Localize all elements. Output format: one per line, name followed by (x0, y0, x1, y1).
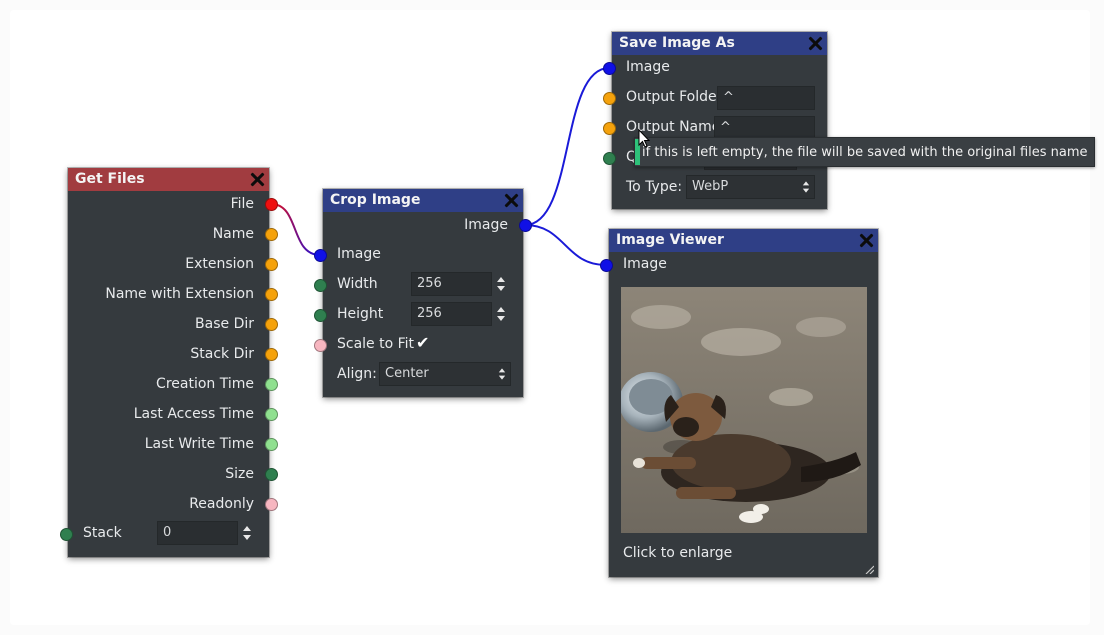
get-files-output-port[interactable] (265, 198, 278, 211)
width-field[interactable]: 256 (411, 272, 492, 296)
image-viewer-title: Image Viewer (616, 232, 724, 248)
stack-stepper-icon[interactable] (241, 522, 253, 544)
get-files-output-label: Base Dir (195, 316, 254, 332)
to-type-dropdown-icon[interactable] (801, 178, 811, 196)
output-folder-port[interactable] (603, 92, 616, 105)
get-files-output-label: Last Access Time (133, 406, 254, 422)
get-files-output-label: Extension (185, 256, 254, 272)
scale-to-fit-label: Scale to Fit (337, 336, 415, 352)
close-icon[interactable] (807, 35, 823, 51)
height-port[interactable] (314, 309, 327, 322)
image-viewer-input-label: Image (623, 256, 667, 272)
stack-input-port[interactable] (60, 528, 73, 541)
scale-to-fit-checkbox[interactable]: ✔ (416, 335, 429, 351)
close-icon[interactable] (858, 232, 874, 248)
output-folder-field[interactable]: ^ (717, 86, 815, 110)
get-files-output-label: Stack Dir (190, 346, 254, 362)
align-label: Align: (337, 366, 377, 382)
width-label: Width (337, 276, 378, 292)
mouse-cursor-icon (638, 129, 650, 148)
width-stepper-icon[interactable] (495, 273, 507, 295)
get-files-header[interactable]: Get Files (68, 168, 269, 191)
quality-port[interactable] (603, 152, 616, 165)
save-image-input-label: Image (626, 59, 670, 75)
to-type-select[interactable]: WebP (686, 175, 815, 199)
to-type-label: To Type: (626, 179, 683, 195)
image-preview[interactable] (621, 287, 867, 533)
height-label: Height (337, 306, 384, 322)
get-files-output-label: Readonly (189, 496, 254, 512)
get-files-output-label: Name (212, 226, 254, 242)
get-files-output-port[interactable] (265, 318, 278, 331)
crop-input-label: Image (337, 246, 381, 262)
get-files-output-label: Size (225, 466, 254, 482)
crop-output-port[interactable] (519, 219, 532, 232)
get-files-output-port[interactable] (265, 468, 278, 481)
output-name-port[interactable] (603, 122, 616, 135)
get-files-output-port[interactable] (265, 258, 278, 271)
stack-field[interactable]: 0 (157, 521, 238, 545)
get-files-output-label: File (230, 196, 254, 212)
stack-label: Stack (83, 525, 122, 541)
save-image-input-port[interactable] (603, 62, 616, 75)
get-files-output-port[interactable] (265, 378, 278, 391)
resize-grip-icon[interactable] (864, 564, 874, 574)
output-name-tooltip: if this is left empty, the file will be … (634, 137, 1095, 167)
height-stepper-icon[interactable] (495, 303, 507, 325)
tooltip-text: if this is left empty, the file will be … (642, 145, 1088, 160)
align-dropdown-icon[interactable] (497, 365, 507, 383)
close-icon[interactable] (249, 171, 265, 187)
get-files-output-port[interactable] (265, 348, 278, 361)
output-folder-label: Output Folder (626, 89, 723, 105)
height-field[interactable]: 256 (411, 302, 492, 326)
get-files-output-label: Name with Extension (105, 286, 254, 302)
click-to-enlarge-label: Click to enlarge (623, 545, 733, 561)
image-viewer-input-port[interactable] (600, 259, 613, 272)
crop-output-label: Image (464, 217, 508, 233)
get-files-output-port[interactable] (265, 498, 278, 511)
close-icon[interactable] (503, 192, 519, 208)
get-files-output-port[interactable] (265, 288, 278, 301)
scale-to-fit-port[interactable] (314, 339, 327, 352)
get-files-output-label: Last Write Time (144, 436, 254, 452)
get-files-output-port[interactable] (265, 438, 278, 451)
save-image-title: Save Image As (619, 35, 735, 51)
get-files-output-port[interactable] (265, 228, 278, 241)
align-select[interactable]: Center (379, 362, 511, 386)
crop-image-header[interactable]: Crop Image (323, 189, 523, 212)
get-files-title: Get Files (75, 171, 145, 187)
width-port[interactable] (314, 279, 327, 292)
dog-photo-image (621, 287, 867, 533)
save-image-header[interactable]: Save Image As (612, 32, 827, 55)
get-files-output-label: Creation Time (156, 376, 254, 392)
crop-image-title: Crop Image (330, 192, 421, 208)
image-viewer-header[interactable]: Image Viewer (609, 229, 878, 252)
get-files-output-port[interactable] (265, 408, 278, 421)
crop-input-port[interactable] (314, 249, 327, 262)
